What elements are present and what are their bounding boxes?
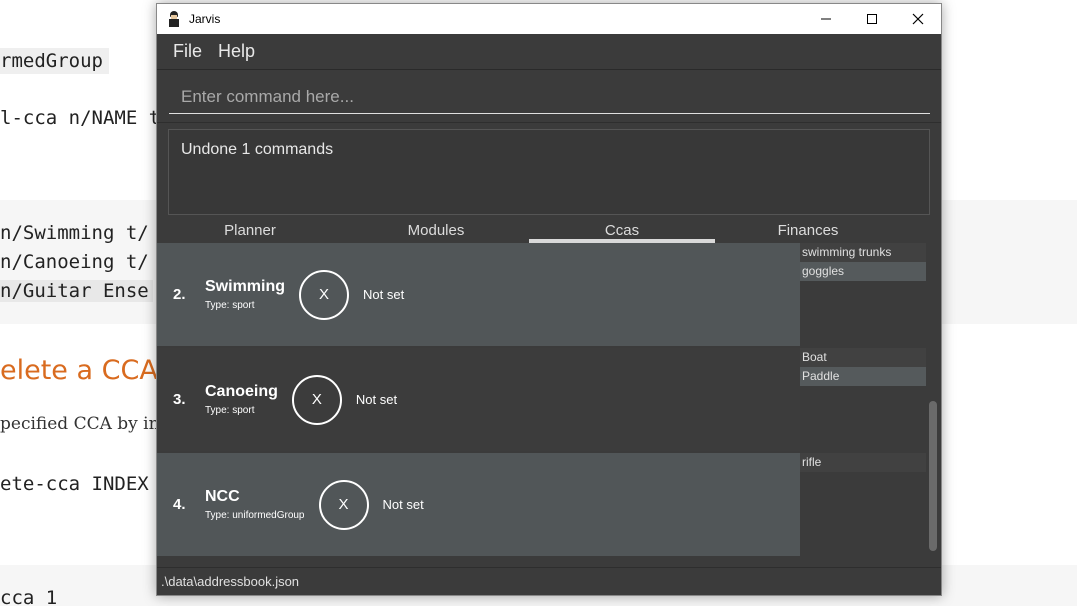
bg-heading: elete a CCA:: [0, 355, 167, 386]
menu-bar: File Help: [157, 34, 941, 70]
scrollbar-track[interactable]: [928, 243, 938, 556]
equipment-item: rifle: [800, 453, 926, 472]
equipment-list: swimming trunks goggles: [800, 243, 926, 281]
scrollbar-thumb[interactable]: [929, 401, 937, 551]
close-button[interactable]: [895, 4, 941, 34]
tab-bar: Planner Modules Ccas Finances: [157, 221, 941, 243]
cca-info: Canoeing Type: sport: [205, 383, 278, 416]
cca-index: 4.: [173, 496, 186, 513]
maximize-icon: [867, 14, 877, 24]
cca-info: Swimming Type: sport: [205, 278, 285, 311]
equipment-item: Boat: [800, 348, 926, 367]
menu-file[interactable]: File: [165, 41, 210, 62]
equipment-list: Boat Paddle: [800, 348, 926, 386]
bg-code-line: cca 1: [0, 587, 58, 606]
cca-info: NCC Type: uniformedGroup: [205, 488, 305, 521]
equipment-list: rifle: [800, 453, 926, 472]
jarvis-window: Jarvis File Help Undone 1 commands Plann…: [156, 3, 942, 596]
minimize-button[interactable]: [803, 4, 849, 34]
equipment-item: swimming trunks: [800, 243, 926, 262]
tab-planner[interactable]: Planner: [157, 221, 343, 243]
bg-code-line: ete-cca INDEX: [0, 473, 149, 495]
data-file-path: .\data\addressbook.json: [161, 574, 300, 589]
minimize-icon: [821, 18, 831, 20]
cca-index: 2.: [173, 286, 186, 303]
cca-type: Type: sport: [205, 405, 255, 416]
result-text: Undone 1 commands: [168, 129, 930, 215]
cca-name: Canoeing: [205, 383, 278, 400]
cca-name: Swimming: [205, 278, 286, 295]
cca-card[interactable]: 4. NCC Type: uniformedGroup X Not set: [157, 453, 800, 556]
bg-code-line: n/Swimming t/: [0, 222, 149, 244]
command-box: [157, 70, 941, 123]
close-icon: [912, 13, 924, 25]
window-title: Jarvis: [189, 12, 221, 26]
cca-card[interactable]: 3. Canoeing Type: sport X Not set: [157, 348, 800, 451]
tab-modules[interactable]: Modules: [343, 221, 529, 243]
bg-code-line: n/Canoeing t/: [0, 251, 149, 273]
equipment-item: Paddle: [800, 367, 926, 386]
cca-name: NCC: [205, 488, 240, 505]
cca-type: Type: sport: [205, 300, 255, 311]
progress-circle: X: [299, 269, 350, 320]
bg-code-line: n/Guitar Ense: [0, 280, 153, 302]
equipment-item: goggles: [800, 262, 926, 281]
tab-ccas[interactable]: Ccas: [529, 221, 715, 243]
maximize-button[interactable]: [849, 4, 895, 34]
bg-code-inline: rmedGroup: [0, 48, 109, 74]
progress-circle: X: [291, 374, 342, 425]
progress-circle: X: [318, 479, 369, 530]
progress-status: Not set: [382, 497, 424, 512]
cca-index: 3.: [173, 391, 186, 408]
cca-type: Type: uniformedGroup: [205, 510, 305, 521]
cca-card[interactable]: 2. Swimming Type: sport X Not set: [157, 243, 800, 346]
jarvis-butler-icon: [167, 11, 181, 27]
progress-status: Not set: [363, 287, 405, 302]
bg-code-line: l-cca n/NAME t/: [0, 107, 172, 129]
tab-finances[interactable]: Finances: [715, 221, 901, 243]
cca-list[interactable]: 2. Swimming Type: sport X Not set swimmi…: [157, 243, 941, 556]
result-display: Undone 1 commands: [157, 123, 941, 221]
menu-help[interactable]: Help: [210, 41, 263, 62]
progress-status: Not set: [355, 392, 398, 407]
bg-description: pecified CCA by in: [0, 414, 160, 434]
title-bar[interactable]: Jarvis: [157, 4, 941, 34]
status-bar: .\data\addressbook.json: [157, 567, 941, 595]
command-input[interactable]: [169, 80, 930, 114]
